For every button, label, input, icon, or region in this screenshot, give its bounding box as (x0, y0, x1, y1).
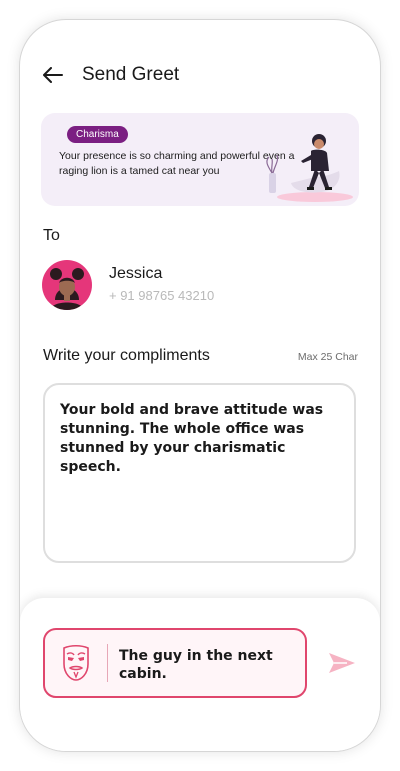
woman-on-chair-illustration (266, 134, 353, 202)
back-button[interactable] (42, 64, 64, 86)
avatar[interactable] (42, 260, 92, 310)
sender-hint-text: The guy in the next cabin. (119, 648, 273, 682)
charisma-banner: Charisma Your presence is so charming an… (41, 113, 359, 206)
recipient-name: Jessica (109, 265, 163, 282)
arrow-left-icon (43, 67, 63, 83)
send-button[interactable] (326, 648, 358, 678)
bottom-panel: The guy in the next cabin. (20, 598, 380, 751)
header: Send Greet (42, 64, 179, 86)
category-tag: Charisma (67, 126, 128, 143)
sender-hint-field[interactable]: The guy in the next cabin. (43, 628, 307, 698)
anonymous-mask-icon (63, 644, 89, 681)
field-divider (107, 644, 108, 682)
send-icon (329, 653, 355, 673)
character-limit: Max 25 Char (297, 351, 358, 363)
compliment-textarea[interactable]: Your bold and brave attitude was stunnin… (43, 383, 356, 563)
recipient-phone: + 91 98765 43210 (109, 288, 215, 303)
recipient-avatar-image (42, 260, 92, 310)
page-title: Send Greet (82, 64, 180, 85)
phone-frame: Send Greet Charisma Your presence is so … (20, 20, 380, 751)
compliment-section-label: Write your compliments (43, 347, 210, 364)
to-section-label: To (43, 227, 60, 244)
